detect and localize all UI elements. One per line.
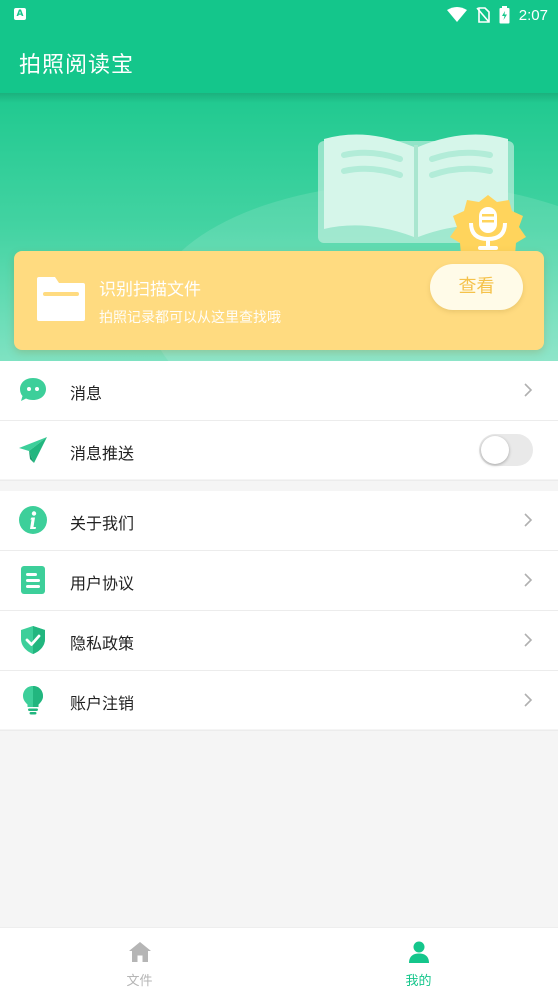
info-icon (19, 506, 47, 534)
app-title: 拍照阅读宝 (19, 53, 135, 78)
tab-mine[interactable]: 我的 (279, 928, 558, 994)
settings-group-notifications: 消息 消息推送 (0, 361, 558, 481)
menu-item-push-notifications: 消息推送 (0, 421, 558, 481)
lightbulb-icon (23, 686, 43, 715)
card-title: 识别扫描文件 (99, 280, 201, 300)
chat-bubble-icon (20, 378, 46, 401)
menu-item-label: 账户注销 (70, 694, 135, 713)
menu-item-label: 用户协议 (70, 574, 135, 593)
battery-icon (499, 6, 510, 24)
paper-plane-icon (19, 437, 47, 463)
card-subtitle: 拍照记录都可以从这里查找哦 (99, 310, 281, 326)
chevron-right-icon (524, 383, 533, 397)
folder-icon (37, 277, 85, 321)
menu-item-label: 消息推送 (70, 444, 135, 463)
toggle-knob (481, 436, 509, 464)
home-icon (129, 942, 151, 962)
push-notification-toggle[interactable] (479, 434, 533, 466)
menu-item-label: 消息 (70, 384, 103, 403)
menu-item-label: 关于我们 (70, 514, 135, 533)
document-icon (21, 566, 45, 594)
menu-item-label: 隐私政策 (70, 634, 135, 653)
status-bar: A 2:07 (0, 0, 558, 30)
menu-item-user-agreement[interactable]: 用户协议 (0, 551, 558, 611)
user-icon (409, 941, 429, 963)
tab-files-label: 文件 (126, 974, 153, 989)
chevron-right-icon (524, 633, 533, 647)
app-notification-icon: A (14, 8, 26, 20)
clock: 2:07 (518, 6, 548, 24)
shield-check-icon (21, 626, 45, 654)
scan-files-card[interactable]: 识别扫描文件 拍照记录都可以从这里查找哦 查看 (14, 251, 544, 350)
tab-files[interactable]: 文件 (0, 928, 279, 994)
bottom-navigation: 文件 我的 (0, 927, 558, 994)
chevron-right-icon (524, 513, 533, 527)
tab-mine-label: 我的 (405, 974, 432, 989)
view-button[interactable]: 查看 (430, 264, 523, 310)
wifi-icon (446, 7, 467, 22)
menu-item-about-us[interactable]: 关于我们 (0, 491, 558, 551)
no-sim-icon (476, 7, 490, 23)
chevron-right-icon (524, 573, 533, 587)
menu-item-messages[interactable]: 消息 (0, 361, 558, 421)
status-icons: 2:07 (446, 5, 548, 25)
chevron-right-icon (524, 693, 533, 707)
settings-group-about: 关于我们 用户协议 隐私政策 账户注销 (0, 491, 558, 731)
menu-item-privacy-policy[interactable]: 隐私政策 (0, 611, 558, 671)
menu-item-delete-account[interactable]: 账户注销 (0, 671, 558, 731)
app-bar: 拍照阅读宝 (0, 30, 558, 93)
